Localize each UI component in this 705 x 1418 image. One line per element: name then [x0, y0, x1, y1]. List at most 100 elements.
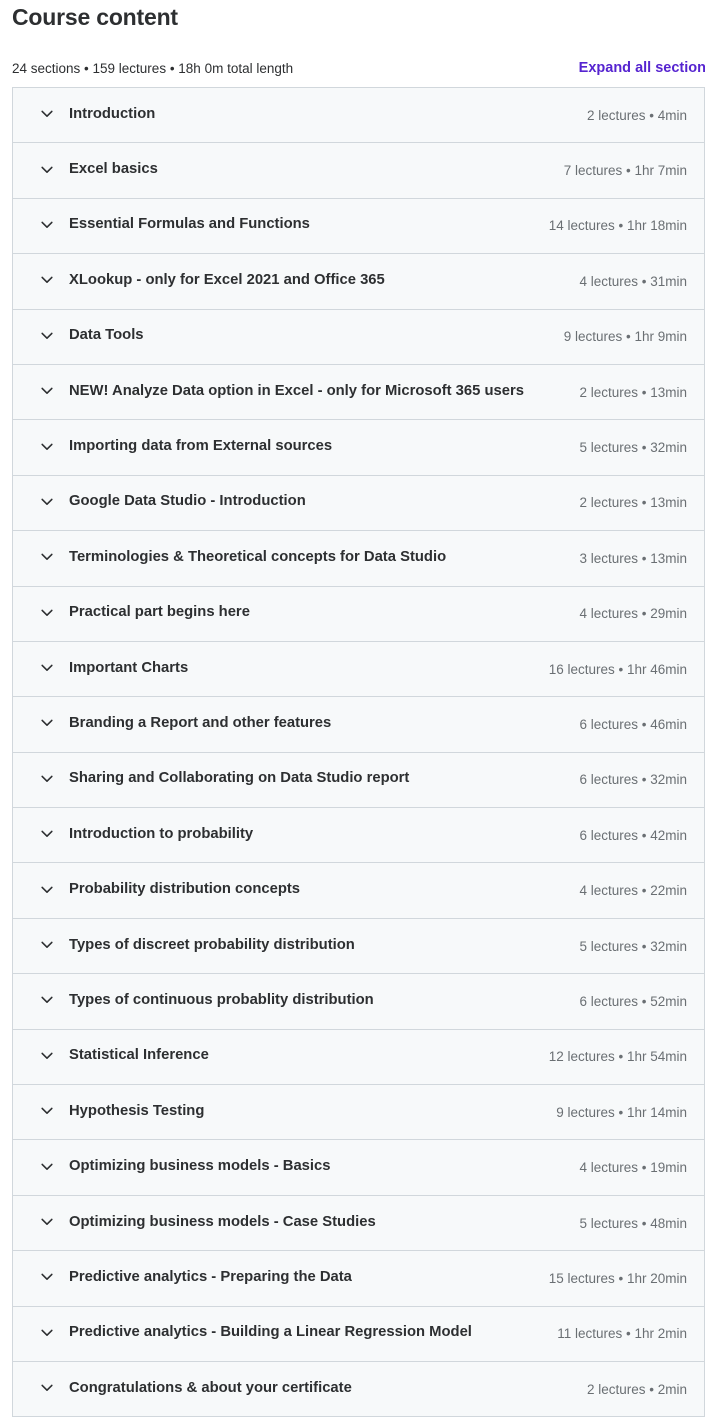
- section-meta: 7 lectures • 1hr 7min: [563, 163, 687, 179]
- chevron-down-icon: [40, 1381, 54, 1395]
- section-title: Google Data Studio - Introduction: [69, 493, 306, 510]
- chevron-down-icon: [40, 993, 54, 1007]
- chevron-down-icon: [40, 827, 54, 841]
- section-meta: 5 lectures • 32min: [579, 440, 687, 456]
- chevron-down-icon: [40, 1215, 54, 1229]
- section-title: Hypothesis Testing: [69, 1102, 205, 1119]
- section-title: Branding a Report and other features: [69, 714, 332, 731]
- section-meta: 6 lectures • 46min: [579, 716, 687, 732]
- chevron-down-icon: [40, 661, 54, 675]
- section-title: Types of discreet probability distributi…: [69, 936, 355, 953]
- section-header[interactable]: Google Data Studio - Introduction 2 lectu…: [13, 475, 704, 532]
- section-meta: 16 lectures • 1hr 46min: [548, 661, 687, 677]
- chevron-down-icon: [40, 495, 54, 509]
- section-meta: 2 lectures • 2min: [586, 1381, 687, 1397]
- section-meta: 5 lectures • 32min: [579, 938, 687, 954]
- section-title: Predictive analytics - Preparing the Dat…: [69, 1268, 352, 1285]
- chevron-down-icon: [40, 1326, 54, 1340]
- section-header[interactable]: Introduction to probability 6 lectures • …: [13, 808, 704, 864]
- section-title: Predictive analytics - Building a Linear…: [69, 1324, 472, 1341]
- section-title: Excel basics: [69, 161, 158, 178]
- section-title: Important Charts: [69, 659, 189, 676]
- section-title: Optimizing business models - Case Studie…: [69, 1213, 376, 1230]
- section-meta: 2 lectures • 4min: [586, 107, 687, 123]
- chevron-down-icon: [40, 163, 54, 177]
- section-header[interactable]: Types of continuous probablity distribut…: [13, 974, 704, 1030]
- chevron-down-icon: [40, 1049, 54, 1063]
- section-header[interactable]: Predictive analytics - Preparing the Dat…: [13, 1251, 704, 1307]
- section-title: NEW! Analyze Data option in Excel - only…: [69, 382, 524, 399]
- section-meta: 5 lectures • 48min: [579, 1215, 687, 1231]
- section-meta: 4 lectures • 29min: [579, 606, 687, 622]
- section-header[interactable]: Sharing and Collaborating on Data Studio…: [13, 752, 704, 809]
- course-content-panel: Course content 24 sections • 159 lecture…: [0, 0, 705, 1418]
- section-header[interactable]: Importing data from External sources 5 le…: [13, 420, 704, 476]
- course-summary-row: 24 sections • 159 lectures • 18h 0m tota…: [12, 58, 705, 78]
- chevron-down-icon: [40, 329, 54, 343]
- chevron-down-icon: [40, 550, 54, 564]
- page-title: Course content: [12, 4, 178, 30]
- section-meta: 2 lectures • 13min: [579, 495, 687, 511]
- section-title: Essential Formulas and Functions: [69, 216, 310, 233]
- chevron-down-icon: [40, 1160, 54, 1174]
- chevron-down-icon: [40, 107, 54, 121]
- section-title: Data Tools: [69, 327, 144, 344]
- section-meta: 4 lectures • 31min: [579, 273, 687, 289]
- section-title: Terminologies & Theoretical concepts for…: [69, 548, 447, 565]
- section-header[interactable]: Probability distribution concepts 4 lectu…: [13, 863, 704, 919]
- chevron-down-icon: [40, 1270, 54, 1284]
- section-header[interactable]: Optimizing business models - Basics 4 lec…: [13, 1140, 704, 1196]
- section-header[interactable]: Statistical Inference 12 lectures • 1hr 5…: [13, 1029, 704, 1086]
- section-title: Statistical Inference: [69, 1047, 209, 1064]
- section-header[interactable]: Introduction 2 lectures • 4min: [13, 88, 704, 144]
- section-meta: 3 lectures • 13min: [579, 550, 687, 566]
- section-title: Sharing and Collaborating on Data Studio…: [69, 770, 410, 787]
- section-meta: 14 lectures • 1hr 18min: [548, 218, 687, 234]
- section-header[interactable]: Congratulations & about your certificate…: [13, 1361, 704, 1418]
- section-meta: 15 lectures • 1hr 20min: [548, 1270, 687, 1286]
- section-header[interactable]: Important Charts 16 lectures • 1hr 46min: [13, 641, 704, 698]
- section-header[interactable]: Essential Formulas and Functions 14 lectu…: [13, 198, 704, 255]
- section-header[interactable]: Hypothesis Testing 9 lectures • 1hr 14min: [13, 1085, 704, 1141]
- chevron-down-icon: [40, 440, 54, 454]
- chevron-down-icon: [40, 772, 54, 786]
- section-meta: 4 lectures • 19min: [579, 1160, 687, 1176]
- section-header[interactable]: Excel basics 7 lectures • 1hr 7min: [13, 143, 704, 199]
- section-list: Introduction 2 lectures • 4min Excel basic…: [12, 87, 705, 1418]
- section-meta: 6 lectures • 52min: [579, 993, 687, 1009]
- chevron-down-icon: [40, 218, 54, 232]
- chevron-down-icon: [40, 716, 54, 730]
- section-header[interactable]: NEW! Analyze Data option in Excel - only…: [13, 364, 704, 421]
- section-title: Introduction: [69, 105, 156, 122]
- section-title: Importing data from External sources: [69, 438, 333, 455]
- section-header[interactable]: Practical part begins here 4 lectures • 2…: [13, 586, 704, 642]
- section-header[interactable]: Types of discreet probability distributi…: [13, 918, 704, 975]
- section-title: Types of continuous probablity distribut…: [69, 991, 374, 1008]
- section-meta: 9 lectures • 1hr 9min: [563, 329, 687, 345]
- section-meta: 2 lectures • 13min: [579, 384, 687, 400]
- section-header[interactable]: Terminologies & Theoretical concepts for…: [13, 531, 704, 587]
- section-title: Probability distribution concepts: [69, 881, 301, 898]
- section-header[interactable]: Data Tools 9 lectures • 1hr 9min: [13, 309, 704, 365]
- section-header[interactable]: Predictive analytics - Building a Linear…: [13, 1306, 704, 1362]
- section-title: XLookup - only for Excel 2021 and Office…: [69, 271, 385, 288]
- section-title: Optimizing business models - Basics: [69, 1158, 331, 1175]
- section-title: Practical part begins here: [69, 604, 250, 621]
- section-meta: 9 lectures • 1hr 14min: [556, 1104, 687, 1120]
- course-summary: 24 sections • 159 lectures • 18h 0m tota…: [12, 60, 294, 76]
- chevron-down-icon: [40, 1104, 54, 1118]
- section-meta: 6 lectures • 32min: [579, 772, 687, 788]
- expand-all-sections-button[interactable]: Expand all section: [579, 60, 705, 76]
- section-title: Introduction to probability: [69, 825, 254, 842]
- section-meta: 11 lectures • 1hr 2min: [557, 1326, 687, 1342]
- chevron-down-icon: [40, 883, 54, 897]
- section-header[interactable]: Branding a Report and other features 6 le…: [13, 697, 704, 753]
- section-title: Congratulations & about your certificate: [69, 1379, 352, 1396]
- section-meta: 4 lectures • 22min: [579, 883, 687, 899]
- chevron-down-icon: [40, 938, 54, 952]
- chevron-down-icon: [40, 384, 54, 398]
- chevron-down-icon: [40, 273, 54, 287]
- section-header[interactable]: XLookup - only for Excel 2021 and Office…: [13, 254, 704, 310]
- section-header[interactable]: Optimizing business models - Case Studie…: [13, 1195, 704, 1252]
- chevron-down-icon: [40, 606, 54, 620]
